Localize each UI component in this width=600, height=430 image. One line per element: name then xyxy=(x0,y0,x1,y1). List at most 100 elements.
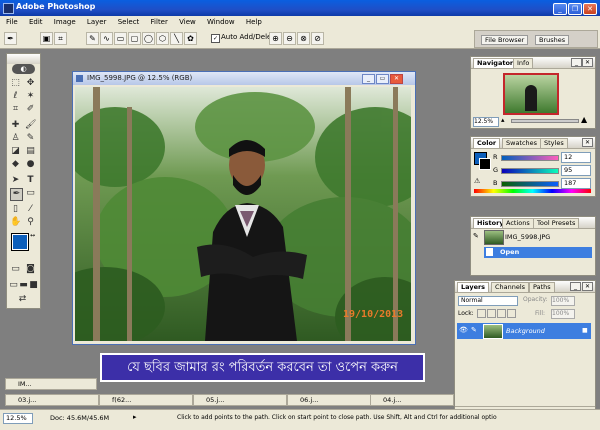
minimize-icon[interactable]: _ xyxy=(553,3,567,15)
navigator-zoom-value[interactable]: 12.5% xyxy=(473,117,499,127)
jump-to-imageready-icon[interactable]: ⇄ xyxy=(17,294,28,305)
auto-add-delete-checkbox[interactable]: ✓ xyxy=(211,34,220,43)
shape-tool-icon[interactable]: ▭ xyxy=(25,188,36,199)
path-selection-icon[interactable]: ➤ xyxy=(10,175,21,186)
lock-image-icon[interactable] xyxy=(487,309,496,318)
screen-mode-standard-icon[interactable]: ▭ xyxy=(9,280,18,291)
pen-icon[interactable]: ✎ xyxy=(86,32,99,45)
menu-window[interactable]: Window xyxy=(207,18,235,26)
fill-field[interactable]: 100% xyxy=(551,309,575,319)
blue-value[interactable]: 187 xyxy=(561,178,591,189)
add-path-icon[interactable]: ⊕ xyxy=(269,32,282,45)
history-step-open[interactable]: Open xyxy=(484,247,592,258)
eraser-tool-icon[interactable]: ◪ xyxy=(10,146,21,157)
minimized-doc-1[interactable]: IM... xyxy=(5,378,97,390)
blur-tool-icon[interactable]: ◆ xyxy=(10,159,21,170)
status-zoom[interactable]: 12.5% xyxy=(3,413,33,424)
tab-paths[interactable]: Paths xyxy=(529,282,555,292)
menu-image[interactable]: Image xyxy=(54,18,76,26)
line-icon[interactable]: ╲ xyxy=(170,32,183,45)
screen-mode-menu-icon[interactable]: ▬ xyxy=(19,280,28,291)
doc-close-icon[interactable]: ✕ xyxy=(390,74,403,84)
lock-position-icon[interactable] xyxy=(497,309,506,318)
tab-navigator[interactable]: Navigator xyxy=(473,58,518,68)
tab-color[interactable]: Color xyxy=(473,138,501,148)
lock-all-icon[interactable] xyxy=(507,309,516,318)
paths-icon[interactable]: ⌗ xyxy=(54,32,67,45)
minimized-doc-3[interactable]: f(62... xyxy=(99,394,193,406)
navigator-minimize-icon[interactable]: _ xyxy=(571,58,582,67)
ellipse-icon[interactable]: ◯ xyxy=(142,32,155,45)
quick-mask-icon[interactable]: ◙ xyxy=(25,264,36,275)
file-browser-tab[interactable]: File Browser xyxy=(481,35,529,45)
tab-actions[interactable]: Actions xyxy=(502,218,534,228)
status-menu-icon[interactable]: ▸ xyxy=(133,413,137,421)
menu-file[interactable]: File xyxy=(6,18,18,26)
blend-mode-select[interactable]: Normal xyxy=(458,296,518,306)
layers-close-icon[interactable]: ✕ xyxy=(582,282,593,291)
rounded-rectangle-icon[interactable]: ▢ xyxy=(128,32,141,45)
slice-tool-icon[interactable]: ✐ xyxy=(25,104,36,115)
zoom-tool-icon[interactable]: ⚲ xyxy=(25,217,36,228)
gradient-tool-icon[interactable]: ▤ xyxy=(25,146,36,157)
swap-colors-icon[interactable]: ↔ xyxy=(30,232,35,239)
history-brush-source-icon[interactable]: ✎ xyxy=(473,232,479,240)
brushes-tab[interactable]: Brushes xyxy=(535,35,570,45)
hand-tool-icon[interactable]: ✋ xyxy=(10,217,21,228)
healing-brush-icon[interactable]: ✚ xyxy=(10,120,21,131)
color-ramp[interactable] xyxy=(474,189,591,193)
menu-edit[interactable]: Edit xyxy=(29,18,43,26)
blue-slider[interactable] xyxy=(501,181,559,187)
opacity-field[interactable]: 100% xyxy=(551,296,575,306)
tab-info[interactable]: Info xyxy=(513,58,534,68)
tab-swatches[interactable]: Swatches xyxy=(502,138,542,148)
doc-restore-icon[interactable]: ▭ xyxy=(376,74,389,84)
navigator-zoom-slider[interactable] xyxy=(511,119,579,123)
standard-mode-icon[interactable]: ▭ xyxy=(10,264,21,275)
polygon-icon[interactable]: ⬡ xyxy=(156,32,169,45)
lock-transparency-icon[interactable] xyxy=(477,309,486,318)
layers-minimize-icon[interactable]: _ xyxy=(570,282,581,291)
exclude-path-icon[interactable]: ⊘ xyxy=(311,32,324,45)
type-tool-icon[interactable]: T xyxy=(25,175,36,186)
move-tool-icon[interactable]: ✥ xyxy=(25,78,36,89)
color-background-swatch[interactable] xyxy=(479,158,491,170)
minimized-doc-6[interactable]: 04.j... xyxy=(370,394,454,406)
pen-tool-preset-icon[interactable]: ✒ xyxy=(4,32,17,45)
navigator-close-icon[interactable]: ✕ xyxy=(582,58,593,67)
foreground-color-swatch[interactable] xyxy=(11,233,29,251)
marquee-tool-icon[interactable]: ⬚ xyxy=(10,78,21,89)
magic-wand-icon[interactable]: ✶ xyxy=(25,91,36,102)
clone-stamp-icon[interactable]: ♙ xyxy=(10,133,21,144)
custom-shape-icon[interactable]: ✿ xyxy=(184,32,197,45)
color-close-icon[interactable]: ✕ xyxy=(582,138,593,147)
adobe-online-icon[interactable]: ◐ xyxy=(12,64,35,74)
layer-name[interactable]: Background xyxy=(506,327,545,335)
dodge-tool-icon[interactable]: ● xyxy=(25,159,36,170)
rectangle-icon[interactable]: ▭ xyxy=(114,32,127,45)
red-value[interactable]: 12 xyxy=(561,152,591,163)
doc-minimize-icon[interactable]: _ xyxy=(362,74,375,84)
alert-icon[interactable]: ⚠ xyxy=(474,177,480,185)
brush-tool-icon[interactable]: 🖌 xyxy=(25,120,36,131)
layer-visibility-icon[interactable]: 👁 xyxy=(459,326,468,334)
history-snapshot-row[interactable]: ✎ IMG_5998.JPG xyxy=(471,230,595,245)
photo-canvas[interactable]: 19/10/2013 xyxy=(75,87,411,341)
eyedropper-icon[interactable]: ⁄ xyxy=(25,204,36,215)
menu-help[interactable]: Help xyxy=(246,18,262,26)
restore-icon[interactable]: ❐ xyxy=(568,3,582,15)
minimized-doc-4[interactable]: 05.j... xyxy=(193,394,287,406)
green-value[interactable]: 95 xyxy=(561,165,591,176)
crop-tool-icon[interactable]: ⌗ xyxy=(10,104,21,115)
subtract-path-icon[interactable]: ⊖ xyxy=(283,32,296,45)
tab-tool-presets[interactable]: Tool Presets xyxy=(533,218,580,228)
green-slider[interactable] xyxy=(501,168,559,174)
zoom-out-icon[interactable]: ▴ xyxy=(501,116,505,124)
tab-layers[interactable]: Layers xyxy=(457,282,490,292)
screen-mode-full-icon[interactable]: ■ xyxy=(29,280,38,291)
notes-tool-icon[interactable]: ▯ xyxy=(10,204,21,215)
tab-styles[interactable]: Styles xyxy=(540,138,568,148)
menu-view[interactable]: View xyxy=(179,18,196,26)
layer-row-background[interactable]: 👁 ✎ Background ■ xyxy=(457,323,591,339)
red-slider[interactable] xyxy=(501,155,559,161)
